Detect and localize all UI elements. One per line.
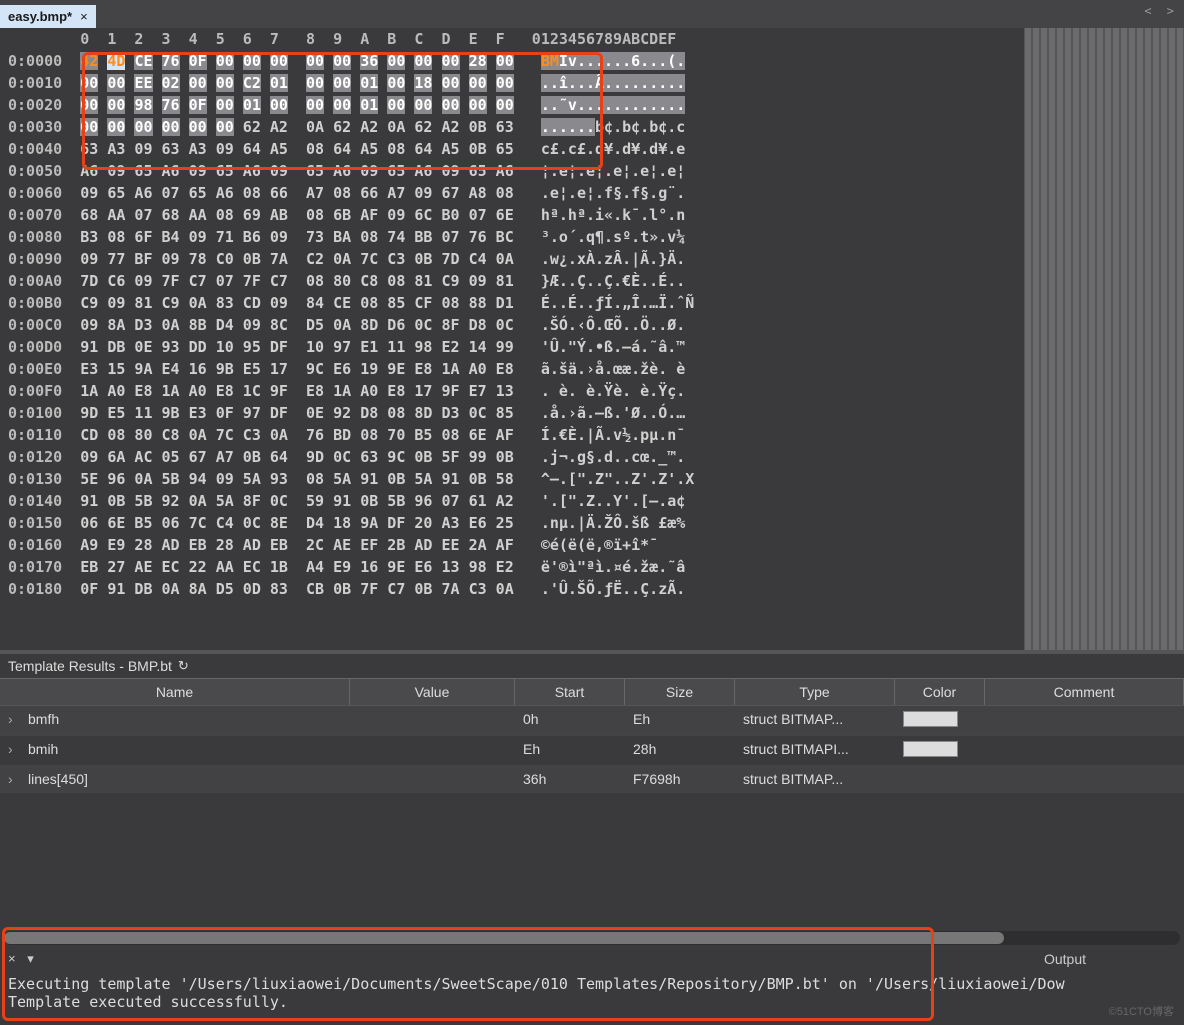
th-comment[interactable]: Comment (985, 679, 1184, 705)
color-swatch[interactable] (903, 741, 958, 757)
hex-row[interactable]: 0:00E0 E3 15 9A E4 16 9B E5 17 9C E6 19 … (8, 358, 1024, 380)
hex-row[interactable]: 0:0020 00 00 98 76 0F 00 01 00 00 00 01 … (8, 94, 1024, 116)
tab-nav-arrows[interactable]: < > (1144, 4, 1178, 18)
hex-row[interactable]: 0:0130 5E 96 0A 5B 94 09 5A 93 08 5A 91 … (8, 468, 1024, 490)
hex-row[interactable]: 0:0050 A6 09 65 A6 09 65 A6 09 65 A6 09 … (8, 160, 1024, 182)
hex-row[interactable]: 0:00B0 C9 09 81 C9 0A 83 CD 09 84 CE 08 … (8, 292, 1024, 314)
output-header: × ▾ Output (0, 947, 1184, 971)
table-row[interactable]: ›bmih Eh 28h struct BITMAPI... (0, 736, 1184, 766)
table-header: Name Value Start Size Type Color Comment (0, 678, 1184, 706)
th-name[interactable]: Name (0, 679, 350, 705)
hex-row[interactable]: 0:0080 B3 08 6F B4 09 71 B6 09 73 BA 08 … (8, 226, 1024, 248)
scrollbar-thumb[interactable] (4, 932, 1004, 944)
hex-row[interactable]: 0:0170 EB 27 AE EC 22 AA EC 1B A4 E9 16 … (8, 556, 1024, 578)
minimap[interactable] (1024, 28, 1184, 650)
template-table: Name Value Start Size Type Color Comment… (0, 678, 1184, 931)
th-start[interactable]: Start (515, 679, 625, 705)
hex-column-header: 0 1 2 3 4 5 6 7 8 9 A B C D E F 01234567… (0, 28, 1024, 50)
output-controls[interactable]: × ▾ (8, 951, 38, 967)
hex-row[interactable]: 0:0030 00 00 00 00 00 00 62 A2 0A 62 A2 … (8, 116, 1024, 138)
hex-row[interactable]: 0:00A0 7D C6 09 7F C7 07 7F C7 08 80 C8 … (8, 270, 1024, 292)
hex-row[interactable]: 0:0120 09 6A AC 05 67 A7 0B 64 9D 0C 63 … (8, 446, 1024, 468)
output-line1: Executing template '/Users/liuxiaowei/Do… (8, 975, 1065, 993)
output-text: Executing template '/Users/liuxiaowei/Do… (0, 971, 1184, 1025)
output-panel: × ▾ Output Executing template '/Users/li… (0, 947, 1184, 1025)
hex-row[interactable]: 0:0150 06 6E B5 06 7C C4 0C 8E D4 18 9A … (8, 512, 1024, 534)
hex-row[interactable]: 0:0040 63 A3 09 63 A3 09 64 A5 08 64 A5 … (8, 138, 1024, 160)
hex-row[interactable]: 0:0100 9D E5 11 9B E3 0F 97 DF 0E 92 D8 … (8, 402, 1024, 424)
horizontal-scrollbar[interactable] (4, 931, 1180, 945)
table-row[interactable]: ›lines[450] 36h F7698h struct BITMAP... (0, 766, 1184, 793)
hex-editor: 0 1 2 3 4 5 6 7 8 9 A B C D E F 01234567… (0, 28, 1184, 650)
hex-rows[interactable]: 0:0000 42 4D CE 76 0F 00 00 00 00 00 36 … (0, 50, 1024, 600)
color-swatch[interactable] (903, 711, 958, 727)
tab-label: easy.bmp* (8, 9, 72, 24)
output-title: Output (1044, 951, 1086, 967)
th-color[interactable]: Color (895, 679, 985, 705)
expand-icon[interactable]: › (8, 711, 20, 727)
expand-icon[interactable]: › (8, 771, 20, 787)
hex-row[interactable]: 0:0090 09 77 BF 09 78 C0 0B 7A C2 0A 7C … (8, 248, 1024, 270)
watermark: ©51CTO博客 (1109, 1003, 1174, 1019)
hex-row[interactable]: 0:00D0 91 DB 0E 93 DD 10 95 DF 10 97 E1 … (8, 336, 1024, 358)
th-type[interactable]: Type (735, 679, 895, 705)
file-tab[interactable]: easy.bmp* × (0, 5, 96, 28)
hex-row[interactable]: 0:0160 A9 E9 28 AD EB 28 AD EB 2C AE EF … (8, 534, 1024, 556)
th-value[interactable]: Value (350, 679, 515, 705)
output-line2: Template executed successfully. (8, 993, 288, 1011)
table-row[interactable]: ›bmfh 0h Eh struct BITMAP... (0, 706, 1184, 736)
table-body: ›bmfh 0h Eh struct BITMAP... ›bmih Eh 28… (0, 706, 1184, 931)
close-icon[interactable]: × (80, 9, 88, 24)
template-results-title: Template Results - BMP.bt ↻ (0, 654, 1184, 678)
expand-icon[interactable]: › (8, 741, 20, 757)
hex-row[interactable]: 0:0010 00 00 EE 02 00 00 C2 01 00 00 01 … (8, 72, 1024, 94)
hex-main[interactable]: 0 1 2 3 4 5 6 7 8 9 A B C D E F 01234567… (0, 28, 1024, 650)
th-size[interactable]: Size (625, 679, 735, 705)
hex-row[interactable]: 0:00C0 09 8A D3 0A 8B D4 09 8C D5 0A 8D … (8, 314, 1024, 336)
hex-row[interactable]: 0:0180 0F 91 DB 0A 8A D5 0D 83 CB 0B 7F … (8, 578, 1024, 600)
tab-bar: easy.bmp* × < > (0, 0, 1184, 28)
hex-row[interactable]: 0:00F0 1A A0 E8 1A A0 E8 1C 9F E8 1A A0 … (8, 380, 1024, 402)
hex-row[interactable]: 0:0000 42 4D CE 76 0F 00 00 00 00 00 36 … (8, 50, 1024, 72)
template-title-text: Template Results - BMP.bt (8, 658, 172, 674)
refresh-icon[interactable]: ↻ (178, 658, 189, 674)
hex-row[interactable]: 0:0140 91 0B 5B 92 0A 5A 8F 0C 59 91 0B … (8, 490, 1024, 512)
hex-row[interactable]: 0:0110 CD 08 80 C8 0A 7C C3 0A 76 BD 08 … (8, 424, 1024, 446)
hex-row[interactable]: 0:0060 09 65 A6 07 65 A6 08 66 A7 08 66 … (8, 182, 1024, 204)
hex-row[interactable]: 0:0070 68 AA 07 68 AA 08 69 AB 08 6B AF … (8, 204, 1024, 226)
